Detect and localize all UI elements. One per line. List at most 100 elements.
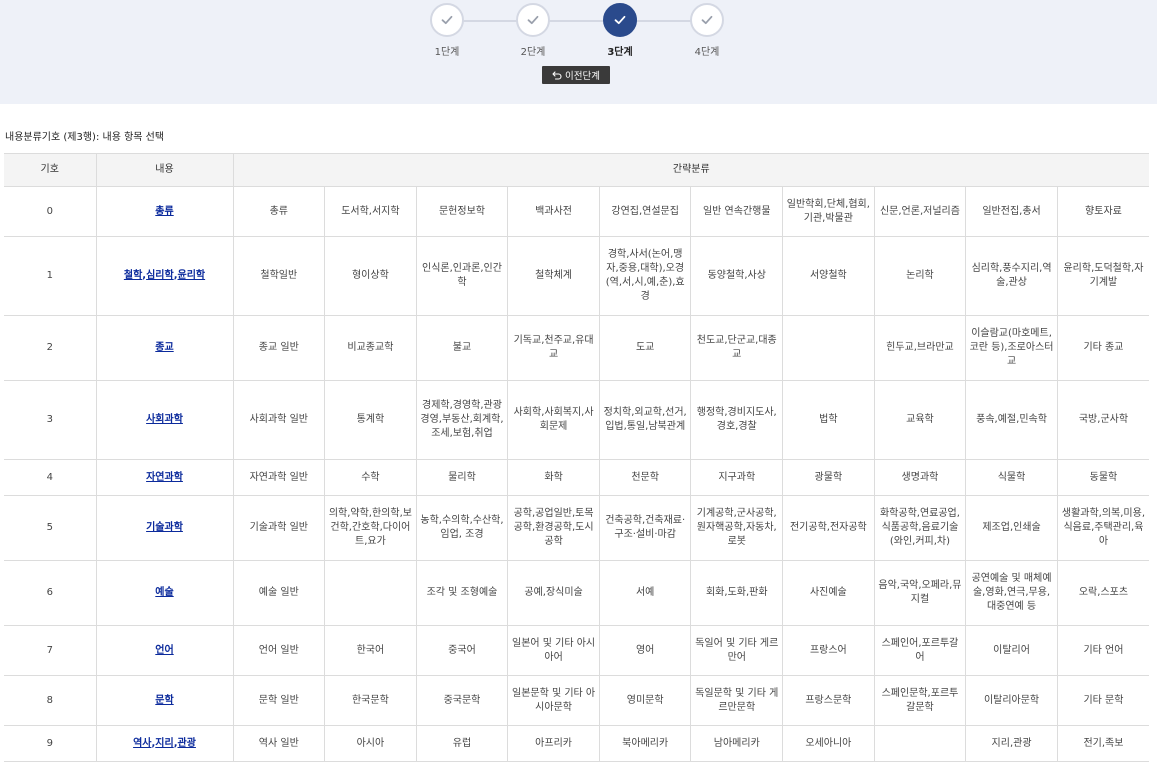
category-link[interactable]: 자연과학 — [146, 472, 183, 483]
brief-cell[interactable]: 독일문학 및 기타 게르만문학 — [690, 675, 784, 726]
brief-cell[interactable]: 역사 일반 — [232, 725, 326, 762]
brief-cell[interactable]: 기타 언어 — [1056, 625, 1150, 676]
brief-cell[interactable]: 한국문학 — [324, 675, 417, 726]
brief-cell[interactable]: 일반학회,단체,협회,기관,박물관 — [782, 186, 875, 237]
brief-cell[interactable]: 건축공학,건축재료·구조·설비·마감 — [598, 495, 692, 561]
brief-cell[interactable]: 통계학 — [324, 380, 417, 460]
brief-cell[interactable]: 인식론,인과론,인간학 — [415, 236, 509, 316]
category-link[interactable]: 기술과학 — [146, 522, 183, 533]
category-link[interactable]: 총류 — [155, 206, 173, 217]
brief-cell[interactable]: 음악,국악,오페라,뮤지컬 — [873, 560, 967, 626]
brief-cell[interactable]: 기타 문학 — [1056, 675, 1150, 726]
brief-cell[interactable]: 이탈리어 — [965, 625, 1058, 676]
brief-cell[interactable]: 향토자료 — [1056, 186, 1150, 237]
brief-cell[interactable]: 아프리카 — [507, 725, 600, 762]
category-link[interactable]: 사회과학 — [146, 414, 183, 425]
brief-cell[interactable]: 한국어 — [324, 625, 417, 676]
step-1[interactable]: 1단계 — [412, 3, 482, 58]
brief-cell[interactable]: 형이상학 — [324, 236, 417, 316]
brief-cell[interactable]: 공연예술 및 매체예술,영화,연극,무용,대중연예 등 — [965, 560, 1058, 626]
brief-cell[interactable]: 총류 — [232, 186, 326, 237]
brief-cell[interactable]: 도교 — [598, 315, 692, 381]
brief-cell[interactable]: 이슬람교(마호메트,코란 등),조로아스터교 — [965, 315, 1058, 381]
brief-cell[interactable]: 영미문학 — [598, 675, 692, 726]
brief-cell[interactable]: 광물학 — [782, 459, 875, 496]
brief-cell[interactable]: 철학체계 — [507, 236, 600, 316]
brief-cell[interactable]: 농학,수의학,수산학,임업, 조경 — [415, 495, 509, 561]
brief-cell[interactable]: 자연과학 일반 — [232, 459, 326, 496]
brief-cell[interactable]: 스페인문학,포르투갈문학 — [873, 675, 967, 726]
brief-cell[interactable]: 경학,사서(논어,맹자,중용,대학),오경(역,서,시,예,춘),효경 — [598, 236, 692, 316]
brief-cell[interactable]: 화학 — [507, 459, 600, 496]
brief-cell[interactable]: 생활과학,의복,미용,식음료,주택관리,육아 — [1056, 495, 1150, 561]
brief-cell[interactable]: 문헌정보학 — [415, 186, 509, 237]
brief-cell[interactable]: 신문,언론,저널리즘 — [873, 186, 967, 237]
brief-cell[interactable]: 중국어 — [415, 625, 509, 676]
brief-cell[interactable]: 의학,약학,한의학,보건학,간호학,다이어트,요가 — [324, 495, 417, 561]
brief-cell[interactable]: 이탈리아문학 — [965, 675, 1058, 726]
brief-cell[interactable]: 강연집,연설문집 — [598, 186, 692, 237]
brief-cell[interactable]: 전기공학,전자공학 — [782, 495, 875, 561]
brief-cell[interactable]: 동양철학,사상 — [690, 236, 784, 316]
brief-cell[interactable]: 중국문학 — [415, 675, 509, 726]
brief-cell[interactable]: 문학 일반 — [232, 675, 326, 726]
brief-cell[interactable]: 힌두교,브라만교 — [873, 315, 967, 381]
brief-cell[interactable]: 서예 — [598, 560, 692, 626]
brief-cell[interactable]: 화학공학,연료공업,식품공학,음료기술(와인,커피,차) — [873, 495, 967, 561]
brief-cell[interactable]: 오락,스포츠 — [1056, 560, 1150, 626]
brief-cell[interactable]: 불교 — [415, 315, 509, 381]
brief-cell[interactable]: 조각 및 조형예술 — [415, 560, 509, 626]
brief-cell[interactable]: 공학,공업일반,토목공학,환경공학,도시공학 — [507, 495, 600, 561]
brief-cell[interactable]: 유럽 — [415, 725, 509, 762]
brief-cell[interactable]: 경제학,경영학,관광경영,부동산,회계학,조세,보험,취업 — [415, 380, 509, 460]
category-link[interactable]: 예술 — [155, 587, 173, 598]
brief-cell[interactable]: 심리학,풍수지리,역술,관상 — [965, 236, 1058, 316]
brief-cell[interactable]: 독일어 및 기타 게르만어 — [690, 625, 784, 676]
brief-cell[interactable]: 동물학 — [1056, 459, 1150, 496]
brief-cell[interactable]: 일본문학 및 기타 아시아문학 — [507, 675, 600, 726]
brief-cell[interactable]: 일본어 및 기타 아시아어 — [507, 625, 600, 676]
brief-cell[interactable]: 물리학 — [415, 459, 509, 496]
brief-cell[interactable]: 행정학,경비지도사,경호,경찰 — [690, 380, 784, 460]
brief-cell[interactable]: 도서학,서지학 — [324, 186, 417, 237]
step-4[interactable]: 4단계 — [672, 3, 742, 58]
brief-cell[interactable]: 논리학 — [873, 236, 967, 316]
brief-cell[interactable]: 오세아니아 — [782, 725, 875, 762]
brief-cell[interactable]: 일반 연속간행물 — [690, 186, 784, 237]
brief-cell[interactable]: 남아메리카 — [690, 725, 784, 762]
brief-cell[interactable]: 스페인어,포르투갈어 — [873, 625, 967, 676]
brief-cell[interactable]: 법학 — [782, 380, 875, 460]
brief-cell[interactable]: 백과사전 — [507, 186, 600, 237]
brief-cell[interactable]: 지리,관광 — [965, 725, 1058, 762]
brief-cell[interactable]: 기독교,천주교,유대교 — [507, 315, 600, 381]
brief-cell[interactable]: 종교 일반 — [232, 315, 326, 381]
category-link[interactable]: 역사 — [133, 738, 151, 749]
brief-cell[interactable]: 사회학,사회복지,사회문제 — [507, 380, 600, 460]
step-3[interactable]: 3단계 — [585, 3, 655, 58]
category-link[interactable]: 지리 — [155, 738, 173, 749]
category-link[interactable]: 철학 — [124, 270, 142, 281]
brief-cell[interactable]: 기술과학 일반 — [232, 495, 326, 561]
brief-cell[interactable]: 철학일반 — [232, 236, 326, 316]
brief-cell[interactable]: 북아메리카 — [598, 725, 692, 762]
brief-cell[interactable]: 정치학,외교학,선거,입법,통일,남북관계 — [598, 380, 692, 460]
brief-cell[interactable]: 식물학 — [965, 459, 1058, 496]
category-link[interactable]: 문학 — [155, 695, 173, 706]
brief-cell[interactable]: 아시아 — [324, 725, 417, 762]
brief-cell[interactable]: 프랑스문학 — [782, 675, 875, 726]
brief-cell[interactable]: 수학 — [324, 459, 417, 496]
step-2[interactable]: 2단계 — [498, 3, 568, 58]
brief-cell[interactable]: 생명과학 — [873, 459, 967, 496]
brief-cell[interactable]: 공예,장식미술 — [507, 560, 600, 626]
category-link[interactable]: 종교 — [155, 342, 173, 353]
brief-cell[interactable]: 풍속,예절,민속학 — [965, 380, 1058, 460]
brief-cell[interactable]: 천문학 — [598, 459, 692, 496]
brief-cell[interactable]: 기계공학,군사공학,원자핵공학,자동차,로봇 — [690, 495, 784, 561]
brief-cell[interactable]: 영어 — [598, 625, 692, 676]
brief-cell[interactable]: 언어 일반 — [232, 625, 326, 676]
brief-cell[interactable]: 제조업,인쇄술 — [965, 495, 1058, 561]
category-link[interactable]: 언어 — [155, 645, 173, 656]
brief-cell[interactable]: 사회과학 일반 — [232, 380, 326, 460]
brief-cell[interactable]: 천도교,단군교,대종교 — [690, 315, 784, 381]
previous-step-button[interactable]: 이전단계 — [542, 66, 610, 84]
